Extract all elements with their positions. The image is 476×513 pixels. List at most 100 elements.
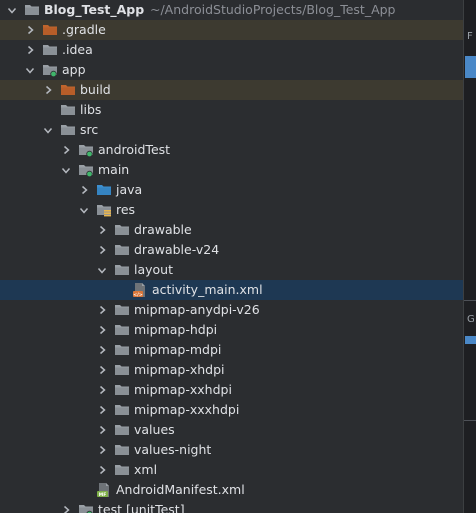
chevron-right-icon[interactable] xyxy=(95,242,109,258)
tree-row[interactable]: .gradle xyxy=(0,20,463,40)
tree-row[interactable]: main xyxy=(0,160,463,180)
chevron-right-icon[interactable] xyxy=(23,22,37,38)
side-panel-accent-2 xyxy=(465,336,476,344)
tree-row[interactable]: drawable xyxy=(0,220,463,240)
folder-icon xyxy=(114,222,130,238)
project-tree: Blog_Test_App ~/AndroidStudioProjects/Blo… xyxy=(0,0,463,513)
chevron-down-icon[interactable] xyxy=(95,262,109,278)
side-panel-divider-2 xyxy=(464,420,476,421)
folder-icon xyxy=(114,442,130,458)
tree-row[interactable]: androidTest xyxy=(0,140,463,160)
module-folder-icon xyxy=(78,502,94,513)
tree-item-label: values xyxy=(134,422,175,437)
chevron-right-icon[interactable] xyxy=(95,302,109,318)
folder-icon xyxy=(60,102,76,118)
folder-icon xyxy=(114,462,130,478)
chevron-down-icon[interactable] xyxy=(5,2,19,18)
folder-icon xyxy=(114,382,130,398)
excluded-folder-icon xyxy=(60,82,76,98)
tree-item-label: drawable xyxy=(134,222,192,237)
svg-text:</>: </> xyxy=(133,292,143,298)
tree-row[interactable]: mipmap-mdpi xyxy=(0,340,463,360)
tree-item-label: build xyxy=(80,82,111,97)
manifest-file-icon: MF xyxy=(96,482,112,498)
folder-icon xyxy=(114,322,130,338)
tree-item-label: mipmap-xhdpi xyxy=(134,362,225,377)
tree-row[interactable]: mipmap-xxhdpi xyxy=(0,380,463,400)
module-folder-icon xyxy=(42,62,58,78)
svg-text:MF: MF xyxy=(99,492,107,498)
tree-item-label: java xyxy=(116,182,143,197)
tree-row[interactable]: values-night xyxy=(0,440,463,460)
tree-item-label: test [unitTest] xyxy=(98,502,185,513)
tree-row[interactable]: drawable-v24 xyxy=(0,240,463,260)
tree-row[interactable]: java xyxy=(0,180,463,200)
project-path: ~/AndroidStudioProjects/Blog_Test_App xyxy=(150,2,396,17)
chevron-right-icon[interactable] xyxy=(95,222,109,238)
folder-icon xyxy=(114,342,130,358)
tree-item-label: mipmap-xxhdpi xyxy=(134,382,232,397)
tree-row[interactable]: app xyxy=(0,60,463,80)
chevron-right-icon[interactable] xyxy=(41,82,55,98)
tree-item-label: layout xyxy=(134,262,174,277)
chevron-right-icon[interactable] xyxy=(95,382,109,398)
chevron-right-icon[interactable] xyxy=(59,502,73,513)
folder-icon xyxy=(42,42,58,58)
chevron-right-icon[interactable] xyxy=(95,342,109,358)
chevron-right-icon[interactable] xyxy=(77,182,91,198)
tree-item-label: main xyxy=(98,162,130,177)
tree-row[interactable]: values xyxy=(0,420,463,440)
chevron-right-icon[interactable] xyxy=(23,42,37,58)
source-folder-icon xyxy=(96,182,112,198)
excluded-folder-icon xyxy=(42,22,58,38)
chevron-down-icon[interactable] xyxy=(59,162,73,178)
tree-row[interactable]: .idea xyxy=(0,40,463,60)
chevron-down-icon[interactable] xyxy=(77,202,91,218)
folder-icon xyxy=(114,262,130,278)
tree-row[interactable]: Blog_Test_App ~/AndroidStudioProjects/Blo… xyxy=(0,0,463,20)
chevron-right-icon[interactable] xyxy=(59,142,73,158)
side-panel-divider xyxy=(464,300,476,301)
folder-icon xyxy=(114,422,130,438)
chevron-right-icon[interactable] xyxy=(95,362,109,378)
module-folder-icon xyxy=(78,162,94,178)
folder-icon xyxy=(114,362,130,378)
folder-icon xyxy=(114,302,130,318)
chevron-down-icon[interactable] xyxy=(23,62,37,78)
tree-row[interactable]: libs xyxy=(0,100,463,120)
tree-item-label: mipmap-hdpi xyxy=(134,322,218,337)
tree-item-label: activity_main.xml xyxy=(152,282,263,297)
tree-row[interactable]: mipmap-hdpi xyxy=(0,320,463,340)
tree-row[interactable]: res xyxy=(0,200,463,220)
chevron-right-icon[interactable] xyxy=(95,422,109,438)
tree-item-label: libs xyxy=(80,102,102,117)
tree-item-label: xml xyxy=(134,462,158,477)
folder-icon xyxy=(24,2,40,18)
resource-folder-icon xyxy=(96,202,112,218)
chevron-down-icon[interactable] xyxy=(41,122,55,138)
chevron-right-icon[interactable] xyxy=(95,322,109,338)
chevron-right-icon[interactable] xyxy=(95,462,109,478)
tree-item-label: values-night xyxy=(134,442,212,457)
tree-row[interactable]: xml xyxy=(0,460,463,480)
folder-icon xyxy=(114,402,130,418)
tree-row[interactable]: src xyxy=(0,120,463,140)
tree-row[interactable]: mipmap-xhdpi xyxy=(0,360,463,380)
tree-item-label: .gradle xyxy=(62,22,106,37)
tree-row[interactable]: </> activity_main.xml xyxy=(0,280,463,300)
tree-row[interactable]: mipmap-anydpi-v26 xyxy=(0,300,463,320)
tree-item-label: app xyxy=(62,62,86,77)
tree-item-label: mipmap-mdpi xyxy=(134,342,222,357)
tree-row[interactable]: layout xyxy=(0,260,463,280)
tree-row[interactable]: MF AndroidManifest.xml xyxy=(0,480,463,500)
tree-row[interactable]: test [unitTest] xyxy=(0,500,463,513)
tree-item-label: drawable-v24 xyxy=(134,242,220,257)
chevron-right-icon[interactable] xyxy=(95,442,109,458)
module-folder-icon xyxy=(78,142,94,158)
chevron-right-icon[interactable] xyxy=(95,402,109,418)
tree-item-label: res xyxy=(116,202,136,217)
side-panel-letter-g: G xyxy=(467,314,475,325)
tree-row[interactable]: build xyxy=(0,80,463,100)
side-panel-letter-f: F xyxy=(467,31,473,42)
tree-row[interactable]: mipmap-xxxhdpi xyxy=(0,400,463,420)
